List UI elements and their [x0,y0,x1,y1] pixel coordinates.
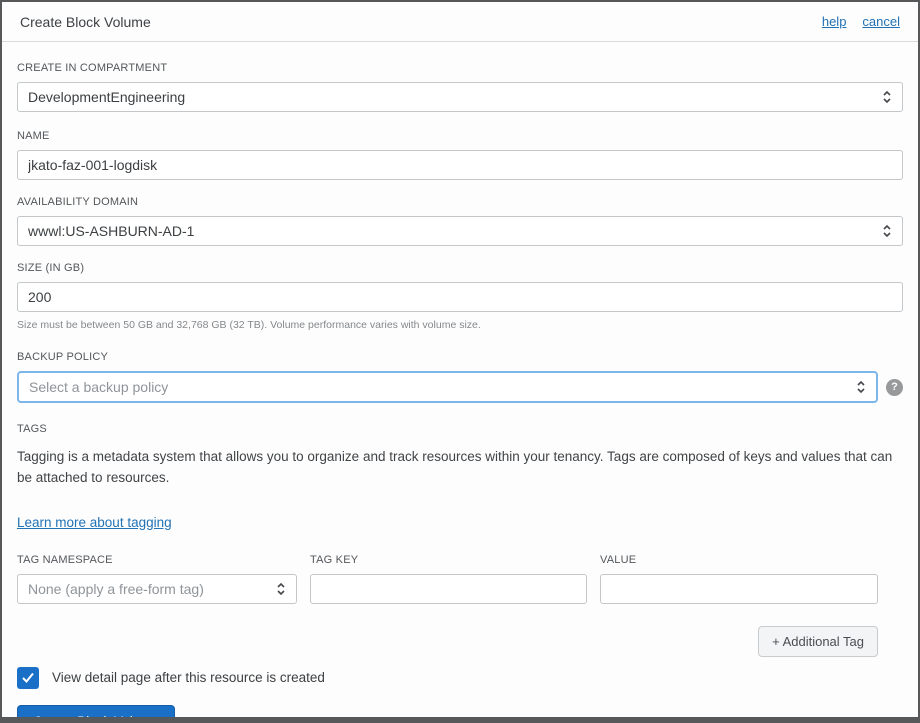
view-detail-checkbox[interactable] [17,666,39,689]
view-detail-checkbox-label: View detail page after this resource is … [52,670,325,686]
page-title: Create Block Volume [20,13,151,30]
learn-more-tagging-link[interactable]: Learn more about tagging [17,515,172,530]
availability-domain-select-value: wwwl:US-ASHBURN-AD-1 [28,223,195,239]
tag-key-input[interactable] [310,573,587,604]
name-input[interactable] [17,150,903,180]
cancel-link[interactable]: cancel [862,14,900,29]
chevron-up-down-icon [276,581,286,597]
compartment-label: CREATE IN COMPARTMENT [17,62,168,74]
create-block-volume-dialog: Create Block Volume help cancel CREATE I… [0,0,920,723]
tag-namespace-select-value: None (apply a free-form tag) [28,580,204,597]
availability-domain-select[interactable]: wwwl:US-ASHBURN-AD-1 [17,216,903,246]
backup-policy-select[interactable]: Select a backup policy [17,371,878,403]
tag-key-label: TAG KEY [310,553,359,566]
chevron-up-down-icon [882,223,892,239]
chevron-up-down-icon [882,89,892,105]
create-block-volume-button[interactable]: Create Block Volume [17,704,176,717]
tags-section-label: TAGS [17,423,47,435]
help-question-icon[interactable]: ? [886,378,903,396]
tag-value-label: VALUE [600,553,637,566]
name-label: NAME [17,130,50,142]
tags-description: Tagging is a metadata system that allows… [17,449,893,485]
help-link[interactable]: help [822,14,847,29]
tag-namespace-select[interactable]: None (apply a free-form tag) [17,573,297,604]
tag-value-input[interactable] [600,573,878,604]
backup-policy-label: BACKUP POLICY [17,351,109,363]
backup-policy-placeholder: Select a backup policy [29,379,169,395]
tag-namespace-label: TAG NAMESPACE [17,553,113,566]
size-helper-text: Size must be between 50 GB and 32,768 GB… [17,319,481,331]
availability-domain-label: AVAILABILITY DOMAIN [17,196,139,208]
size-input[interactable] [17,282,903,312]
dialog-header: Create Block Volume help cancel [2,2,918,42]
checkmark-icon [22,672,34,683]
additional-tag-button[interactable]: + Additional Tag [758,625,878,657]
size-label: SIZE (IN GB) [17,262,85,274]
compartment-select[interactable]: DevelopmentEngineering [17,82,903,112]
chevron-up-down-icon [856,379,866,395]
compartment-select-value: DevelopmentEngineering [28,89,186,105]
